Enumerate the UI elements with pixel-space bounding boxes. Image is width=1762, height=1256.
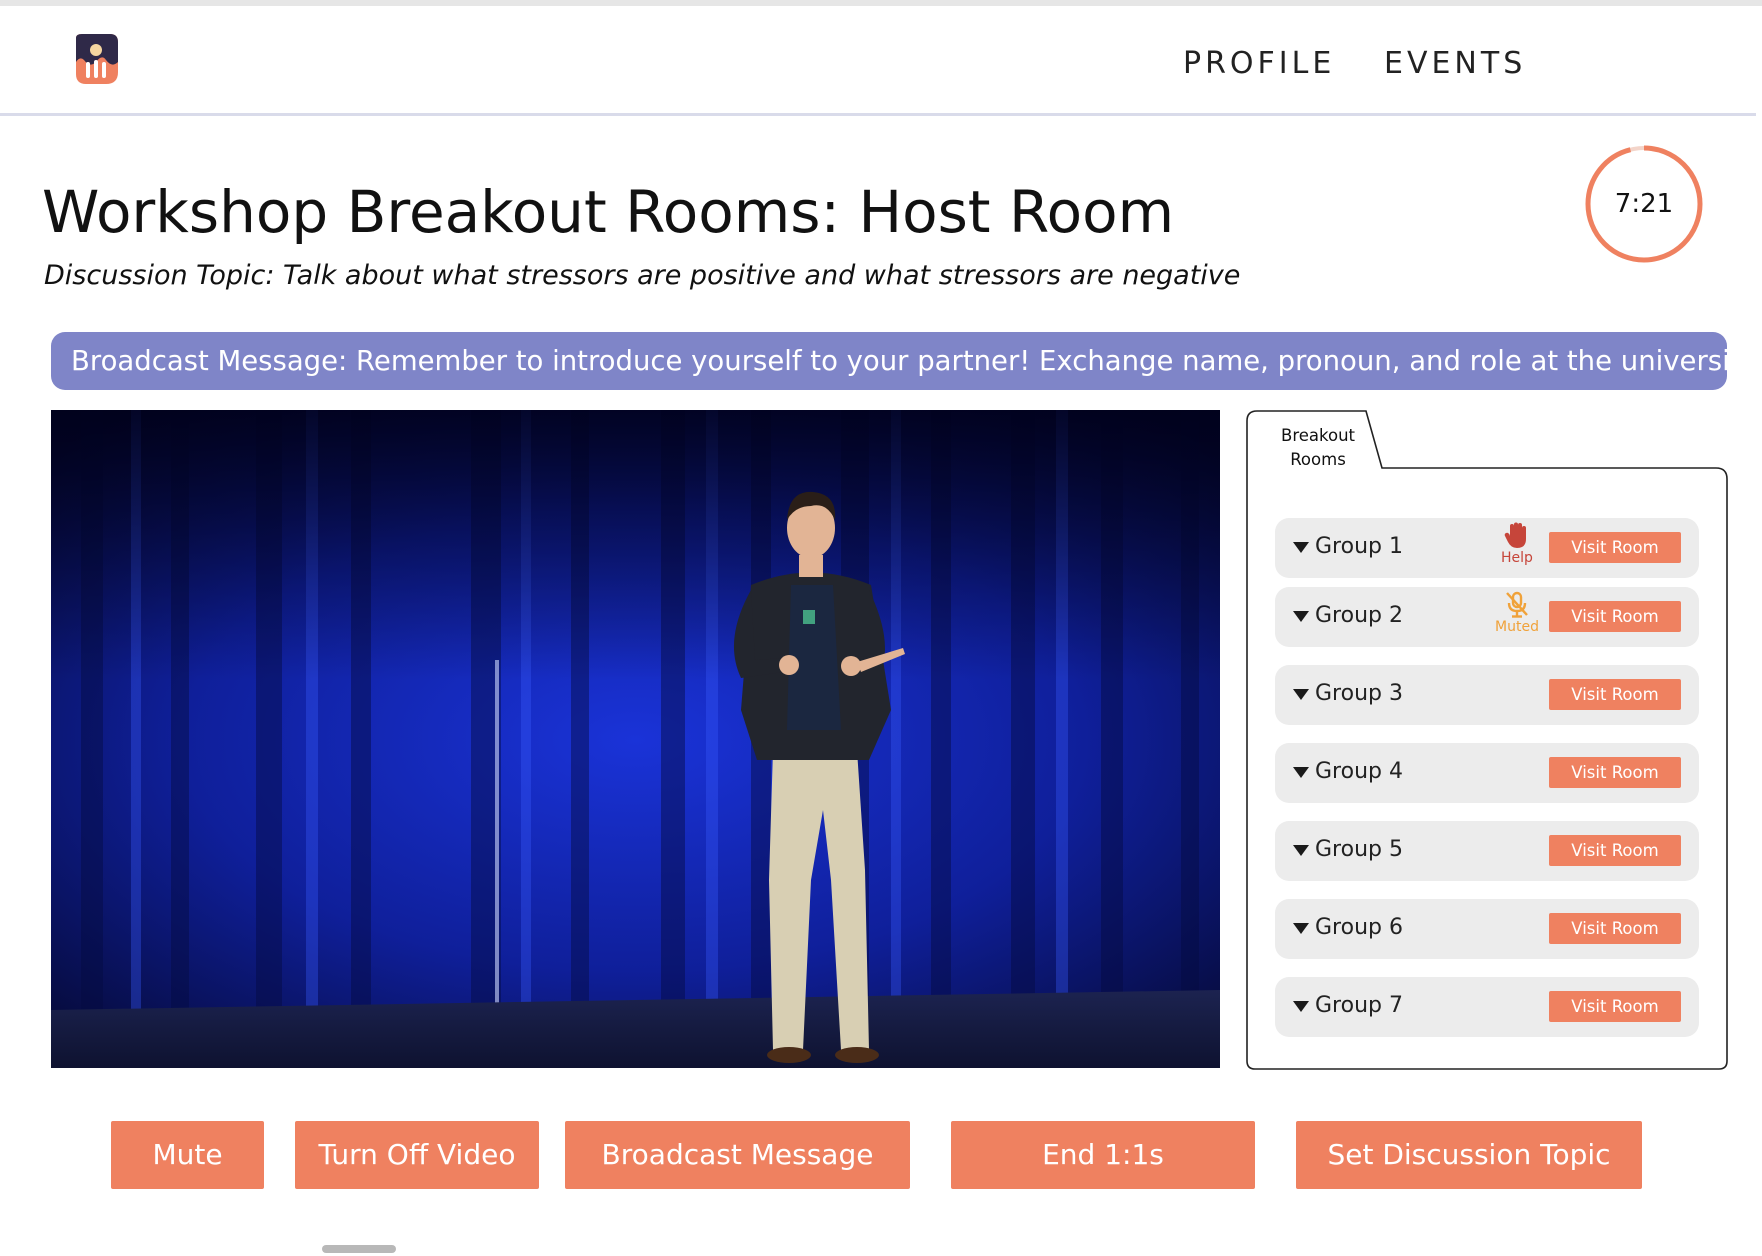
group-name: Group 2 <box>1315 603 1403 628</box>
group-row-7: Group 7 Visit Room <box>1275 977 1699 1037</box>
visit-room-button[interactable]: Visit Room <box>1549 679 1681 710</box>
raised-hand-icon <box>1504 522 1526 548</box>
group-name: Group 7 <box>1315 993 1403 1018</box>
group-row-1: Group 1 Help Visit Room <box>1275 518 1699 578</box>
group-name: Group 6 <box>1315 915 1403 940</box>
group-row-3: Group 3 Visit Room <box>1275 665 1699 725</box>
nav-link-profile[interactable]: PROFILE <box>1183 46 1335 81</box>
broadcast-banner: Broadcast Message: Remember to introduce… <box>51 332 1727 390</box>
help-label: Help <box>1501 550 1533 566</box>
broadcast-message-button[interactable]: Broadcast Message <box>565 1121 910 1189</box>
group-row-4: Group 4 Visit Room <box>1275 743 1699 803</box>
timer-value: 7:21 <box>1614 189 1674 219</box>
mute-button[interactable]: Mute <box>111 1121 264 1189</box>
tab-breakout-rooms[interactable]: Breakout Rooms <box>1260 424 1376 472</box>
group-row-2: Group 2 Muted Visit Room <box>1275 587 1699 647</box>
visit-room-button[interactable]: Visit Room <box>1549 757 1681 788</box>
help-status: Help <box>1489 522 1545 574</box>
visit-room-button[interactable]: Visit Room <box>1549 532 1681 563</box>
expand-toggle-icon[interactable] <box>1293 1001 1309 1012</box>
muted-label: Muted <box>1495 619 1539 635</box>
turn-off-video-button[interactable]: Turn Off Video <box>295 1121 539 1189</box>
group-name: Group 5 <box>1315 837 1403 862</box>
group-name: Group 4 <box>1315 759 1403 784</box>
visit-room-button[interactable]: Visit Room <box>1549 913 1681 944</box>
group-name: Group 3 <box>1315 681 1403 706</box>
visit-room-button[interactable]: Visit Room <box>1549 991 1681 1022</box>
app-logo-icon[interactable] <box>72 32 120 88</box>
folder-tab-frame <box>1246 410 1728 1070</box>
breakout-rooms-panel: Breakout Rooms Group 1 Help Visit Room G… <box>1246 410 1728 1070</box>
muted-microphone-icon <box>1506 591 1528 618</box>
nav-link-events[interactable]: EVENTS <box>1384 46 1526 81</box>
visit-room-button[interactable]: Visit Room <box>1549 835 1681 866</box>
top-navbar: PROFILE EVENTS <box>0 6 1756 116</box>
page-title: Workshop Breakout Rooms: Host Room <box>42 178 1175 246</box>
expand-toggle-icon[interactable] <box>1293 611 1309 622</box>
group-row-5: Group 5 Visit Room <box>1275 821 1699 881</box>
visit-room-button[interactable]: Visit Room <box>1549 601 1681 632</box>
expand-toggle-icon[interactable] <box>1293 689 1309 700</box>
muted-status: Muted <box>1489 591 1545 643</box>
expand-toggle-icon[interactable] <box>1293 923 1309 934</box>
video-feed[interactable] <box>51 410 1220 1068</box>
scroll-handle[interactable] <box>322 1245 396 1253</box>
expand-toggle-icon[interactable] <box>1293 767 1309 778</box>
expand-toggle-icon[interactable] <box>1293 845 1309 856</box>
end-one-on-ones-button[interactable]: End 1:1s <box>951 1121 1255 1189</box>
discussion-topic: Discussion Topic: Talk about what stress… <box>44 260 1241 291</box>
set-discussion-topic-button[interactable]: Set Discussion Topic <box>1296 1121 1642 1189</box>
countdown-timer: 7:21 <box>1584 144 1704 264</box>
expand-toggle-icon[interactable] <box>1293 542 1309 553</box>
group-row-6: Group 6 Visit Room <box>1275 899 1699 959</box>
group-name: Group 1 <box>1315 534 1403 559</box>
speaker-video-image <box>51 410 1220 1068</box>
